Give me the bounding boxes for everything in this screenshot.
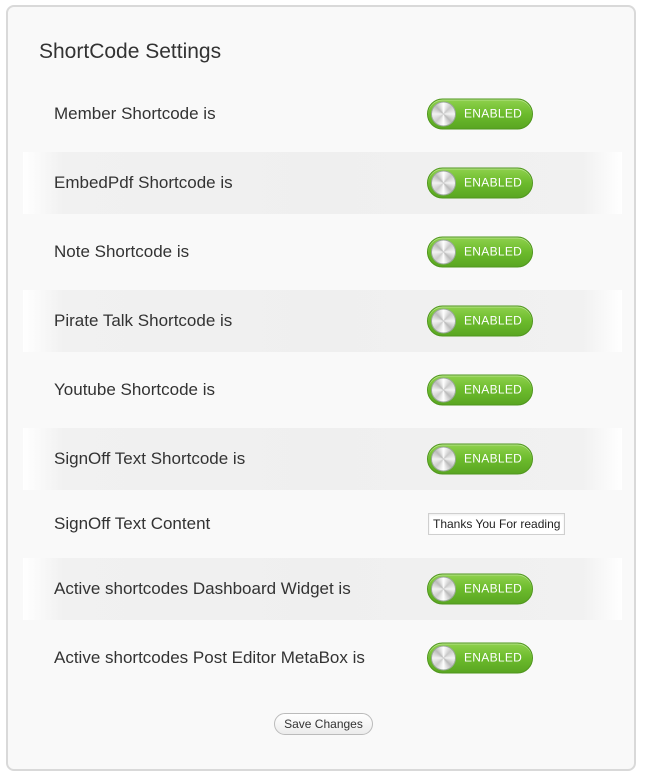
toggle-state-text: ENABLED	[464, 313, 523, 328]
setting-label: EmbedPdf Shortcode is	[54, 173, 233, 192]
setting-label: Note Shortcode is	[54, 242, 190, 261]
setting-row-signoff-content: SignOff Text Content	[23, 493, 622, 555]
toggle-knob-icon	[431, 377, 456, 403]
setting-label: SignOff Text Content	[54, 514, 211, 533]
pirate-talk-shortcode-toggle[interactable]: ENABLED	[427, 305, 533, 337]
toggle-state-text: ENABLED	[464, 106, 523, 121]
setting-row-member: Member Shortcode is ENABLED	[23, 83, 622, 145]
toggle-state-text: ENABLED	[464, 175, 523, 190]
settings-panel: ShortCode Settings Member Shortcode is E…	[6, 5, 636, 771]
toggle-knob-icon	[431, 645, 456, 671]
setting-row-signoff-text: SignOff Text Shortcode is ENABLED	[23, 428, 622, 490]
dashboard-widget-toggle[interactable]: ENABLED	[427, 573, 533, 605]
page-title: ShortCode Settings	[39, 40, 222, 63]
youtube-shortcode-toggle[interactable]: ENABLED	[427, 374, 533, 406]
setting-row-dashboard-widget: Active shortcodes Dashboard Widget is EN…	[23, 558, 622, 620]
toggle-knob-icon	[431, 239, 456, 265]
setting-label: Youtube Shortcode is	[54, 380, 215, 399]
toggle-knob-icon	[431, 576, 456, 602]
signoff-text-shortcode-toggle[interactable]: ENABLED	[427, 443, 533, 475]
post-editor-metabox-toggle[interactable]: ENABLED	[427, 642, 533, 674]
toggle-state-text: ENABLED	[464, 451, 523, 466]
setting-label: Pirate Talk Shortcode is	[54, 311, 233, 330]
embedpdf-shortcode-toggle[interactable]: ENABLED	[427, 167, 533, 199]
toggle-state-text: ENABLED	[464, 244, 523, 259]
member-shortcode-toggle[interactable]: ENABLED	[427, 98, 533, 130]
signoff-text-content-input[interactable]	[428, 513, 565, 535]
toggle-knob-icon	[431, 170, 456, 196]
toggle-knob-icon	[431, 101, 456, 127]
toggle-state-text: ENABLED	[464, 581, 523, 596]
setting-row-post-editor-metabox: Active shortcodes Post Editor MetaBox is…	[23, 627, 622, 689]
setting-label: Active shortcodes Dashboard Widget is	[54, 579, 351, 598]
setting-row-pirate-talk: Pirate Talk Shortcode is ENABLED	[23, 290, 622, 352]
setting-row-note: Note Shortcode is ENABLED	[23, 221, 622, 283]
setting-row-embedpdf: EmbedPdf Shortcode is ENABLED	[23, 152, 622, 214]
toggle-state-text: ENABLED	[464, 382, 523, 397]
toggle-knob-icon	[431, 308, 456, 334]
toggle-knob-icon	[431, 446, 456, 472]
setting-label: Member Shortcode is	[54, 104, 216, 123]
setting-label: SignOff Text Shortcode is	[54, 449, 246, 468]
toggle-state-text: ENABLED	[464, 650, 523, 665]
setting-row-youtube: Youtube Shortcode is ENABLED	[23, 359, 622, 421]
note-shortcode-toggle[interactable]: ENABLED	[427, 236, 533, 268]
setting-label: Active shortcodes Post Editor MetaBox is	[54, 648, 365, 667]
save-changes-button[interactable]: Save Changes	[274, 713, 373, 735]
